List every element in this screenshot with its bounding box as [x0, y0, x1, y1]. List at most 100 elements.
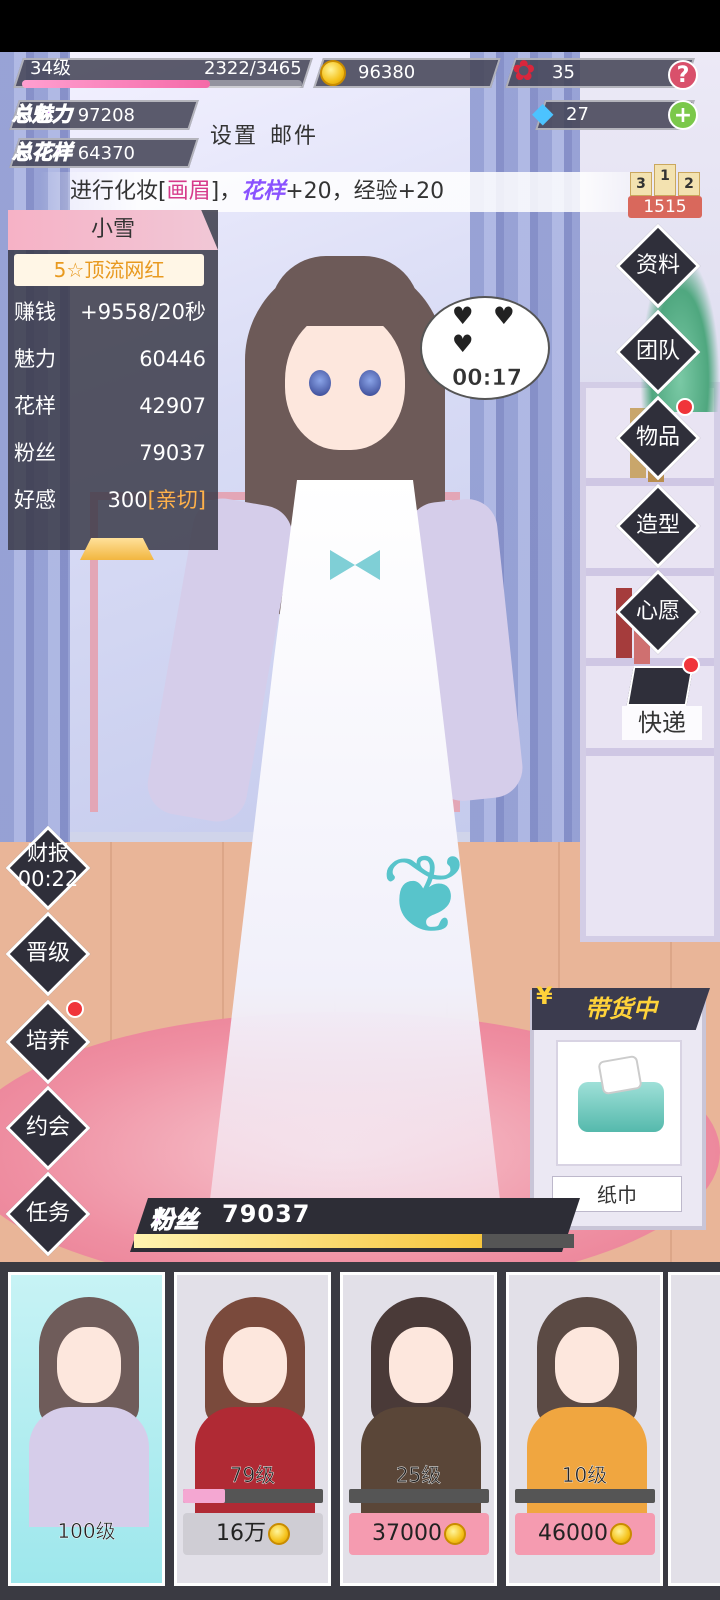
menu-styling-button[interactable]: 造型 [615, 483, 701, 569]
character-bangs [270, 256, 420, 326]
affection-bubble[interactable]: ♥ ♥ ♥ 00:17 [420, 296, 550, 400]
train-notification-dot [66, 1000, 84, 1018]
yen-icon: ¥ [536, 982, 553, 1010]
character-name: 小雪 [8, 210, 218, 250]
stat-row: 好感 300[亲切] [14, 480, 210, 520]
roster-level: 100级 [57, 1519, 116, 1543]
roster-progress-track [515, 1489, 655, 1503]
left-eye [309, 370, 331, 396]
level-text: 34级 [30, 58, 71, 79]
stat-row: 赚钱 +9558/20秒 [14, 292, 210, 332]
promote-button[interactable]: 晋级 [5, 911, 91, 997]
stat-value-number: +9558/20秒 [80, 300, 206, 324]
roster-level: 10级 [561, 1463, 608, 1487]
exp-text: 2322/3465 [204, 58, 302, 79]
unlock-price: 37000 [372, 1521, 442, 1546]
rose-count: 35 [552, 62, 575, 83]
ticker-item: 画眉 [166, 179, 211, 204]
podium-third: 3 [630, 172, 652, 196]
ticker-stat: 花样 [241, 179, 286, 204]
podium-second: 2 [678, 172, 700, 196]
coin-count: 96380 [358, 62, 416, 83]
fans-label: 粉丝 [150, 1206, 199, 1235]
ranking-button[interactable]: 3 1 2 1515 [628, 158, 702, 218]
character-face [285, 310, 405, 450]
stat-row: 花样 42907 [14, 386, 210, 426]
total-charm-row: 总魅力 97208 [12, 99, 136, 131]
total-style-label: 总花样 [12, 140, 73, 165]
roster-level: 25级 [395, 1463, 442, 1487]
unlock-price: 46000 [538, 1521, 608, 1546]
fans-value: 79037 [222, 1200, 311, 1228]
panel-collapse-tab[interactable] [80, 538, 154, 560]
unlock-price-button[interactable]: 37000 [349, 1513, 489, 1555]
menu-delivery-label: 快递 [622, 706, 702, 740]
character-title: 5☆顶流网红 [14, 254, 204, 286]
task-label: 任务 [25, 1201, 70, 1226]
menu-team-button[interactable]: 团队 [615, 309, 701, 395]
stat-value: 60446 [139, 339, 206, 379]
stat-value-number: 79037 [139, 441, 206, 465]
stat-label: 花样 [14, 394, 56, 418]
fans-progress-fill [134, 1234, 482, 1248]
character-portrait [29, 1297, 149, 1527]
coin-icon [444, 1523, 466, 1545]
menu-wish-label: 心愿 [635, 599, 680, 624]
add-diamond-button[interactable]: + [668, 100, 698, 130]
stat-row: 魅力 60446 [14, 339, 210, 379]
selling-item-image [556, 1040, 682, 1166]
report-label: 财报 [27, 841, 69, 865]
coin-icon [320, 60, 346, 86]
unlock-price: 16万 [216, 1521, 266, 1546]
stat-row: 粉丝 79037 [14, 433, 210, 473]
ticker-prefix: 进行化妆[ [70, 179, 167, 204]
right-eye [359, 370, 381, 396]
total-style-row: 总花样 64370 [12, 137, 136, 169]
menu-team-label: 团队 [635, 339, 680, 364]
menu-wish-button[interactable]: 心愿 [615, 569, 701, 655]
task-button[interactable]: 任务 [5, 1171, 91, 1257]
rank-value: 1515 [628, 196, 702, 218]
help-icon[interactable]: ? [668, 60, 698, 90]
event-ticker: 进行化妆[画眉]，花样+20，经验+20 [40, 172, 680, 212]
report-timer: 00:22 [17, 867, 79, 891]
bubble-timer: 00:17 [451, 366, 523, 392]
report-button[interactable]: 财报 00:22 [5, 825, 91, 911]
roster-card-next[interactable] [668, 1272, 720, 1586]
menu-profile-button[interactable]: 资料 [615, 223, 701, 309]
roster-progress-fill [183, 1489, 225, 1503]
ticker-mid: ]， [210, 179, 242, 204]
stat-label: 粉丝 [14, 441, 56, 465]
affection-tag: [亲切] [147, 488, 206, 512]
stat-label: 赚钱 [14, 300, 56, 324]
settings-button[interactable]: 设置 [210, 118, 258, 150]
roster-progress-track [349, 1489, 489, 1503]
selling-banner: 带货中 [532, 988, 710, 1030]
roster-card[interactable]: 79级 16万 [174, 1272, 331, 1586]
items-notification-dot [676, 398, 694, 416]
stat-label: 好感 [14, 488, 56, 512]
mail-button[interactable]: 邮件 [270, 118, 318, 150]
stat-value: 79037 [139, 433, 206, 473]
roster-card[interactable]: 100级 [8, 1272, 165, 1586]
podium-first: 1 [654, 164, 676, 196]
diamond-icon: ◆ [532, 96, 554, 129]
unlock-price-button[interactable]: 46000 [515, 1513, 655, 1555]
ticker-suffix: +20，经验+20 [285, 179, 445, 204]
stat-value-number: 60446 [139, 347, 206, 371]
stat-value: 300[亲切] [108, 480, 206, 520]
roster-card[interactable]: 10级 46000 [506, 1272, 663, 1586]
total-charm-value: 97208 [77, 105, 135, 126]
menu-styling-label: 造型 [635, 513, 680, 538]
total-style-value: 64370 [77, 143, 135, 164]
total-charm-label: 总魅力 [12, 102, 73, 127]
butterfly-decoration-icon: ❦ [380, 831, 473, 959]
stat-value: +9558/20秒 [80, 292, 206, 332]
hearts-icon: ♥ ♥ ♥ [452, 302, 521, 358]
date-label: 约会 [25, 1115, 70, 1140]
date-button[interactable]: 约会 [5, 1085, 91, 1171]
delivery-notification-dot [682, 656, 700, 674]
roster-card[interactable]: 25级 37000 [340, 1272, 497, 1586]
report-button-content: 财报 00:22 [8, 828, 88, 908]
unlock-price-button[interactable]: 16万 [183, 1513, 323, 1555]
